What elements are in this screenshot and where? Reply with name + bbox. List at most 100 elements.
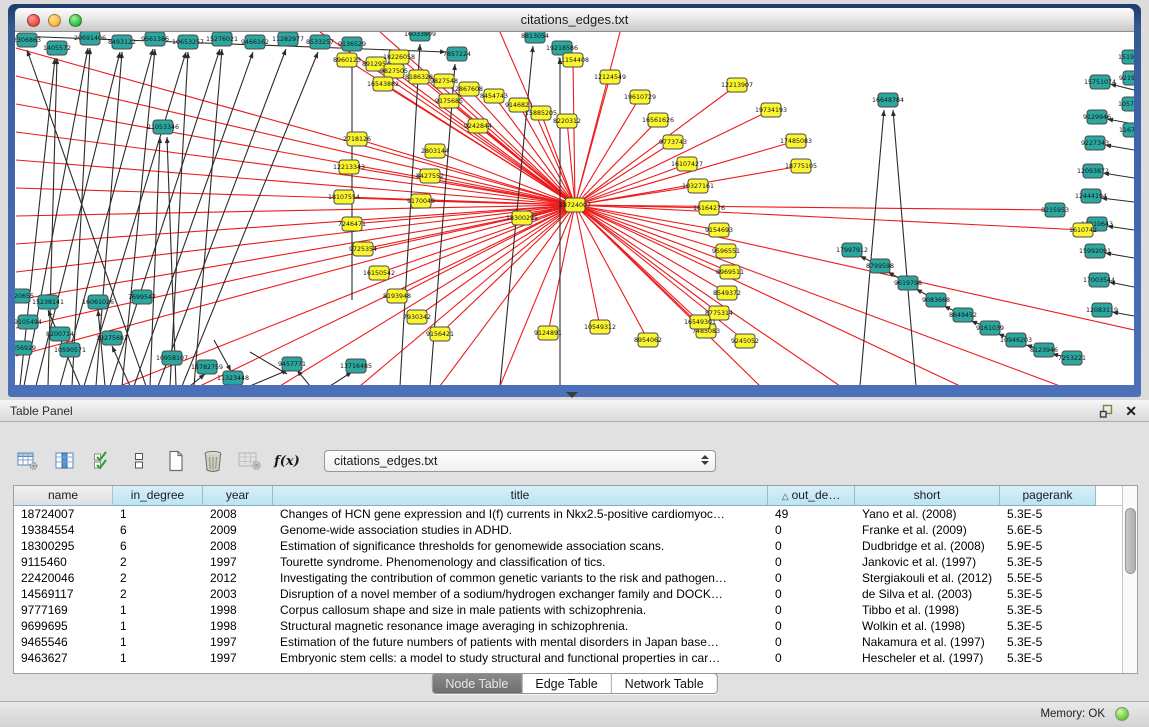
graph-node[interactable]: 12124549 [594,70,626,84]
graph-node[interactable]: 9619798 [894,276,922,290]
graph-node[interactable]: 7246471 [338,217,366,231]
graph-node[interactable]: 9725354 [349,242,377,256]
network-window-titlebar[interactable]: citations_edges.txt [15,8,1134,32]
graph-node[interactable]: 16561626 [642,113,674,127]
graph-node[interactable]: 12093872 [1077,164,1109,178]
graph-node[interactable]: 8215953 [1041,203,1069,217]
graph-node[interactable]: 8123946 [1030,343,1058,357]
graph-node[interactable]: 8813054 [521,32,549,43]
graph-node[interactable]: 10549312 [584,320,616,334]
column-header-title[interactable]: title [273,486,768,506]
select-rows-check-icon[interactable] [90,449,114,473]
table-row[interactable]: 1456911722003Disruption of a novel membe… [14,586,1122,602]
graph-node[interactable]: 2306863 [15,33,41,47]
graph-node[interactable]: 13716485 [340,359,372,373]
graph-node[interactable]: 8200714 [46,327,74,341]
graph-node[interactable]: 17485083 [780,134,812,148]
graph-node[interactable]: 9466162 [241,35,269,49]
tab-network-table[interactable]: Network Table [612,674,717,693]
graph-node[interactable]: 19610729 [624,90,656,104]
table-row[interactable]: 946362711997Embryonic stem cells: a mode… [14,650,1122,666]
graph-node[interactable]: 9154693 [705,223,733,237]
graph-node[interactable]: 10590571 [54,343,86,357]
graph-node[interactable]: 10327161 [682,179,714,193]
graph-node[interactable]: 8454743 [480,89,508,103]
graph-node[interactable]: 7857224 [443,47,471,61]
table-row[interactable]: 1938455462009Genome-wide association stu… [14,522,1122,538]
table-row[interactable]: 1872400712008Changes of HCN gene express… [14,506,1122,522]
graph-node[interactable]: 8186328 [405,70,433,84]
delete-column-trash-icon[interactable] [201,449,225,473]
graph-node[interactable]: 1167332 [1119,123,1134,137]
graph-node[interactable]: 8649452 [949,308,977,322]
graph-node[interactable]: 9136529 [338,37,366,51]
graph-node[interactable]: 7253221 [1058,351,1086,365]
new-table-icon[interactable] [164,449,188,473]
graph-node[interactable]: 1610742 [1069,223,1097,237]
graph-node[interactable]: 9227343 [1081,136,1109,150]
function-builder-icon[interactable]: f(x) [275,449,299,473]
table-row[interactable]: 977716911998Corpus callosum shape and si… [14,602,1122,618]
graph-node[interactable]: 1405572 [43,41,71,55]
table-row[interactable]: 969969511998Structural magnetic resonanc… [14,618,1122,634]
table-vertical-scrollbar[interactable] [1122,486,1137,673]
close-window-button[interactable] [27,14,40,27]
graph-node[interactable]: 2718126 [343,132,371,146]
close-panel-button[interactable]: ✕ [1125,403,1137,419]
graph-node[interactable]: 21053346 [147,120,179,134]
graph-node[interactable]: 8220312 [553,114,581,128]
graph-node[interactable]: 16150542 [363,266,395,280]
zoom-window-button[interactable] [69,14,82,27]
graph-node[interactable]: 9170049 [407,194,435,208]
graph-node[interactable]: 9129946 [1083,110,1111,124]
float-panel-icon[interactable] [1099,404,1113,418]
graph-node[interactable]: 17003544 [1083,273,1115,287]
graph-node[interactable]: 9175685 [435,94,463,108]
graph-node[interactable]: 11282977 [272,32,304,46]
graph-node[interactable]: 7699547 [128,290,156,304]
graph-node[interactable]: 9156421 [426,327,454,341]
graph-node[interactable]: 18107554 [328,190,360,204]
table-row[interactable]: 2242004622012Investigating the contribut… [14,570,1122,586]
tab-node-table[interactable]: Node Table [432,674,522,693]
graph-node[interactable]: 11323448 [217,371,249,385]
graph-node[interactable]: 9827505 [380,64,408,78]
graph-node[interactable]: 9827548 [430,74,458,88]
graph-node[interactable]: 17997912 [836,243,868,257]
graph-node[interactable]: 8799598 [866,259,894,273]
graph-node[interactable]: 16061026 [82,295,114,309]
graph-node[interactable]: 15238141 [32,295,64,309]
column-header-pagerank[interactable]: pagerank [1000,486,1096,506]
graph-node[interactable]: 15751074 [1084,75,1116,89]
column-header-out-degree[interactable]: △out_de… [768,486,855,506]
graph-node[interactable]: 20691406 [74,32,106,45]
graph-node[interactable]: 8960123 [333,53,361,67]
graph-node[interactable]: 8969511 [716,265,744,279]
graph-node[interactable]: 16033809 [404,32,436,41]
graph-node[interactable]: 15992091 [1079,244,1111,258]
graph-node[interactable]: 9124891 [534,326,562,340]
row-height-icon[interactable] [127,449,151,473]
graph-node[interactable]: 8549372 [713,286,741,300]
graph-node[interactable]: 1057453 [1118,97,1134,111]
graph-node[interactable]: 9356929 [15,341,36,355]
graph-node[interactable]: 1519984 [1118,50,1134,64]
graph-node[interactable]: 12444194 [1075,189,1107,203]
table-row[interactable]: 946554611997Estimation of the future num… [14,634,1122,650]
graph-node[interactable]: 16543862 [367,77,399,91]
graph-node[interactable]: 2867608 [455,82,483,96]
graph-node[interactable]: 12213907 [721,78,753,92]
graph-node[interactable]: 9457771 [278,357,306,371]
network-canvas[interactable]: 2306863140557220691406849312295613861065… [15,32,1134,385]
graph-node[interactable]: 10653257 [172,35,204,49]
column-header-year[interactable]: year [203,486,273,506]
splitter-handle-icon[interactable] [566,392,578,398]
graph-node[interactable]: 2803144 [421,144,449,158]
graph-node[interactable]: 8493122 [108,35,136,49]
minimize-window-button[interactable] [48,14,61,27]
graph-node[interactable]: 8427552 [416,169,444,183]
graph-node[interactable]: 9242844 [464,119,492,133]
table-row[interactable]: 911546021997Tourette syndrome. Phenomeno… [14,554,1122,570]
graph-node[interactable]: 7930342 [403,310,431,324]
graph-node[interactable]: 18775105 [785,159,817,173]
